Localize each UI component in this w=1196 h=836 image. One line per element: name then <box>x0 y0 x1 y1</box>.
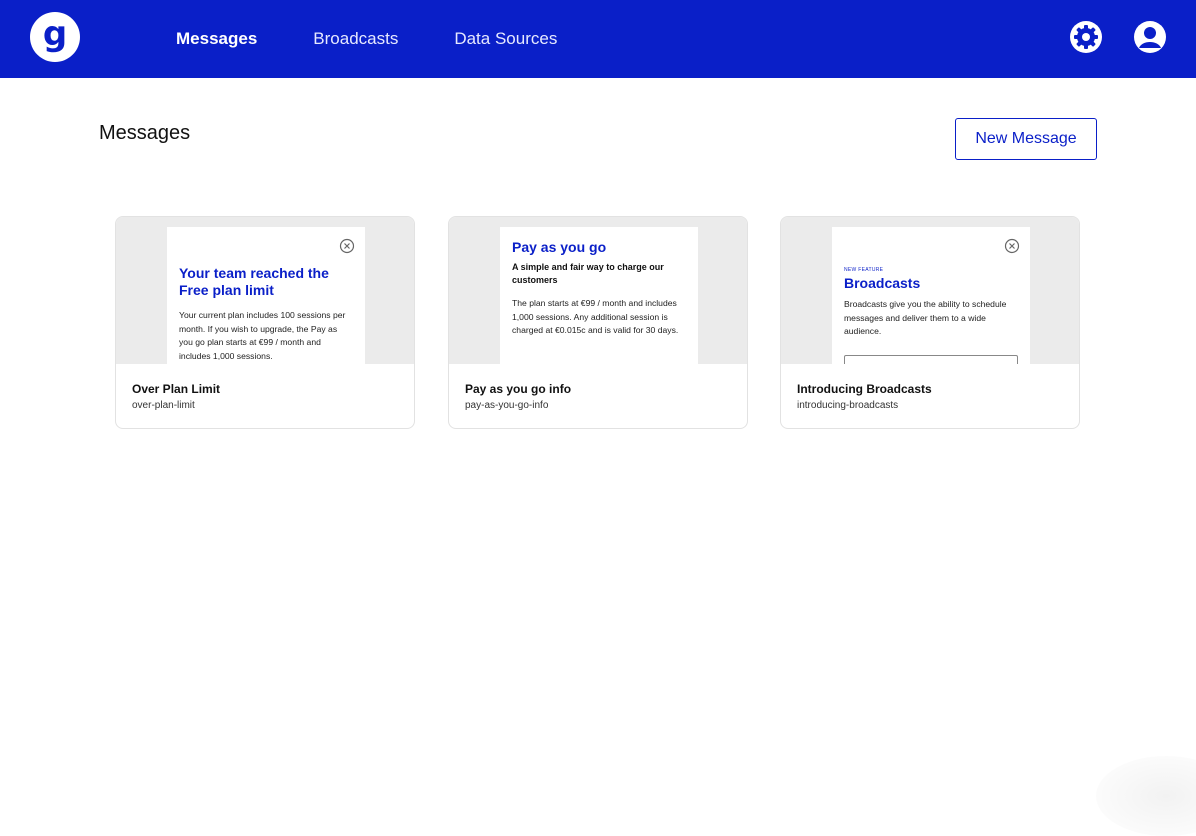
nav-item-messages[interactable]: Messages <box>176 29 257 49</box>
nav-item-broadcasts[interactable]: Broadcasts <box>313 29 398 49</box>
preview-sheet: Your team reached the Free plan limit Yo… <box>167 227 365 364</box>
message-card-introducing-broadcasts[interactable]: NEW FEATURE Broadcasts Broadcasts give y… <box>780 216 1080 429</box>
card-meta: Pay as you go info pay-as-you-go-info <box>465 382 571 411</box>
close-icon <box>1004 238 1020 254</box>
message-name: Over Plan Limit <box>132 382 220 396</box>
close-icon <box>339 238 355 254</box>
gear-icon[interactable] <box>1069 20 1103 54</box>
message-preview: Pay as you go A simple and fair way to c… <box>449 217 747 364</box>
corner-shadow <box>1096 756 1196 836</box>
message-name: Introducing Broadcasts <box>797 382 932 396</box>
preview-body: Your current plan includes 100 sessions … <box>179 309 353 363</box>
preview-body: The plan starts at €99 / month and inclu… <box>512 297 686 338</box>
message-name: Pay as you go info <box>465 382 571 396</box>
top-navigation-bar: g Messages Broadcasts Data Sources <box>0 0 1196 78</box>
message-preview: Your team reached the Free plan limit Yo… <box>116 217 414 364</box>
message-slug: introducing-broadcasts <box>797 400 932 411</box>
preview-heading: Pay as you go <box>512 239 686 256</box>
nav-item-data-sources[interactable]: Data Sources <box>454 29 557 49</box>
message-card-over-plan-limit[interactable]: Your team reached the Free plan limit Yo… <box>115 216 415 429</box>
preview-input-box <box>844 355 1018 364</box>
main-nav: Messages Broadcasts Data Sources <box>176 0 613 78</box>
card-meta: Over Plan Limit over-plan-limit <box>132 382 220 411</box>
preview-heading: Your team reached the Free plan limit <box>179 265 353 299</box>
message-slug: over-plan-limit <box>132 400 220 411</box>
user-icon[interactable] <box>1133 20 1167 54</box>
new-message-button[interactable]: New Message <box>955 118 1097 160</box>
preview-sheet: Pay as you go A simple and fair way to c… <box>500 227 698 364</box>
message-card-pay-as-you-go-info[interactable]: Pay as you go A simple and fair way to c… <box>448 216 748 429</box>
preview-sheet: NEW FEATURE Broadcasts Broadcasts give y… <box>832 227 1030 364</box>
preview-heading: Broadcasts <box>844 275 1018 292</box>
card-meta: Introducing Broadcasts introducing-broad… <box>797 382 932 411</box>
preview-eyebrow: NEW FEATURE <box>844 267 1018 273</box>
message-slug: pay-as-you-go-info <box>465 400 571 411</box>
app-logo[interactable]: g <box>30 12 80 62</box>
preview-subheading: A simple and fair way to charge our cust… <box>512 261 686 287</box>
page-title: Messages <box>99 122 190 145</box>
logo-letter: g <box>43 17 67 51</box>
message-preview: NEW FEATURE Broadcasts Broadcasts give y… <box>781 217 1079 364</box>
preview-body: Broadcasts give you the ability to sched… <box>844 298 1018 339</box>
